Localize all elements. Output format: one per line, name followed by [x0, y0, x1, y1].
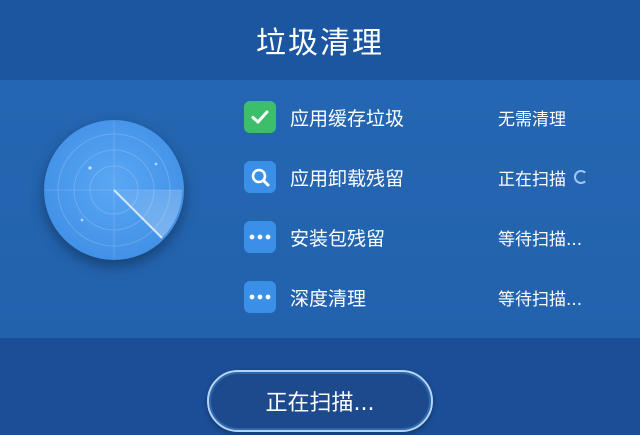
page-title: 垃圾清理	[256, 26, 384, 61]
list-item-deep-clean: 深度清理 等待扫描...	[244, 279, 624, 315]
list-item-uninstall-residue: 应用卸载残留 正在扫描	[244, 159, 624, 195]
radar-icon	[44, 120, 184, 260]
item-status: 等待扫描...	[498, 229, 583, 250]
check-icon	[244, 101, 276, 133]
item-status: 等待扫描...	[498, 289, 583, 310]
item-label: 深度清理	[290, 287, 367, 310]
item-label: 应用卸载残留	[290, 167, 405, 190]
scanning-button[interactable]: 正在扫描...	[207, 370, 433, 432]
more-icon	[244, 221, 276, 253]
item-label: 安装包残留	[290, 227, 386, 250]
item-label: 应用缓存垃圾	[290, 107, 405, 130]
more-icon	[244, 281, 276, 313]
item-status: 无需清理	[498, 109, 566, 130]
list-item-package-residue: 安装包残留 等待扫描...	[244, 219, 624, 255]
radar-scanner	[44, 120, 184, 260]
search-icon	[244, 161, 276, 193]
header-bar: 垃圾清理	[0, 0, 640, 80]
list-item-app-cache: 应用缓存垃圾 无需清理	[244, 99, 624, 135]
loading-spinner-icon	[574, 170, 588, 184]
item-status: 正在扫描	[498, 165, 588, 190]
